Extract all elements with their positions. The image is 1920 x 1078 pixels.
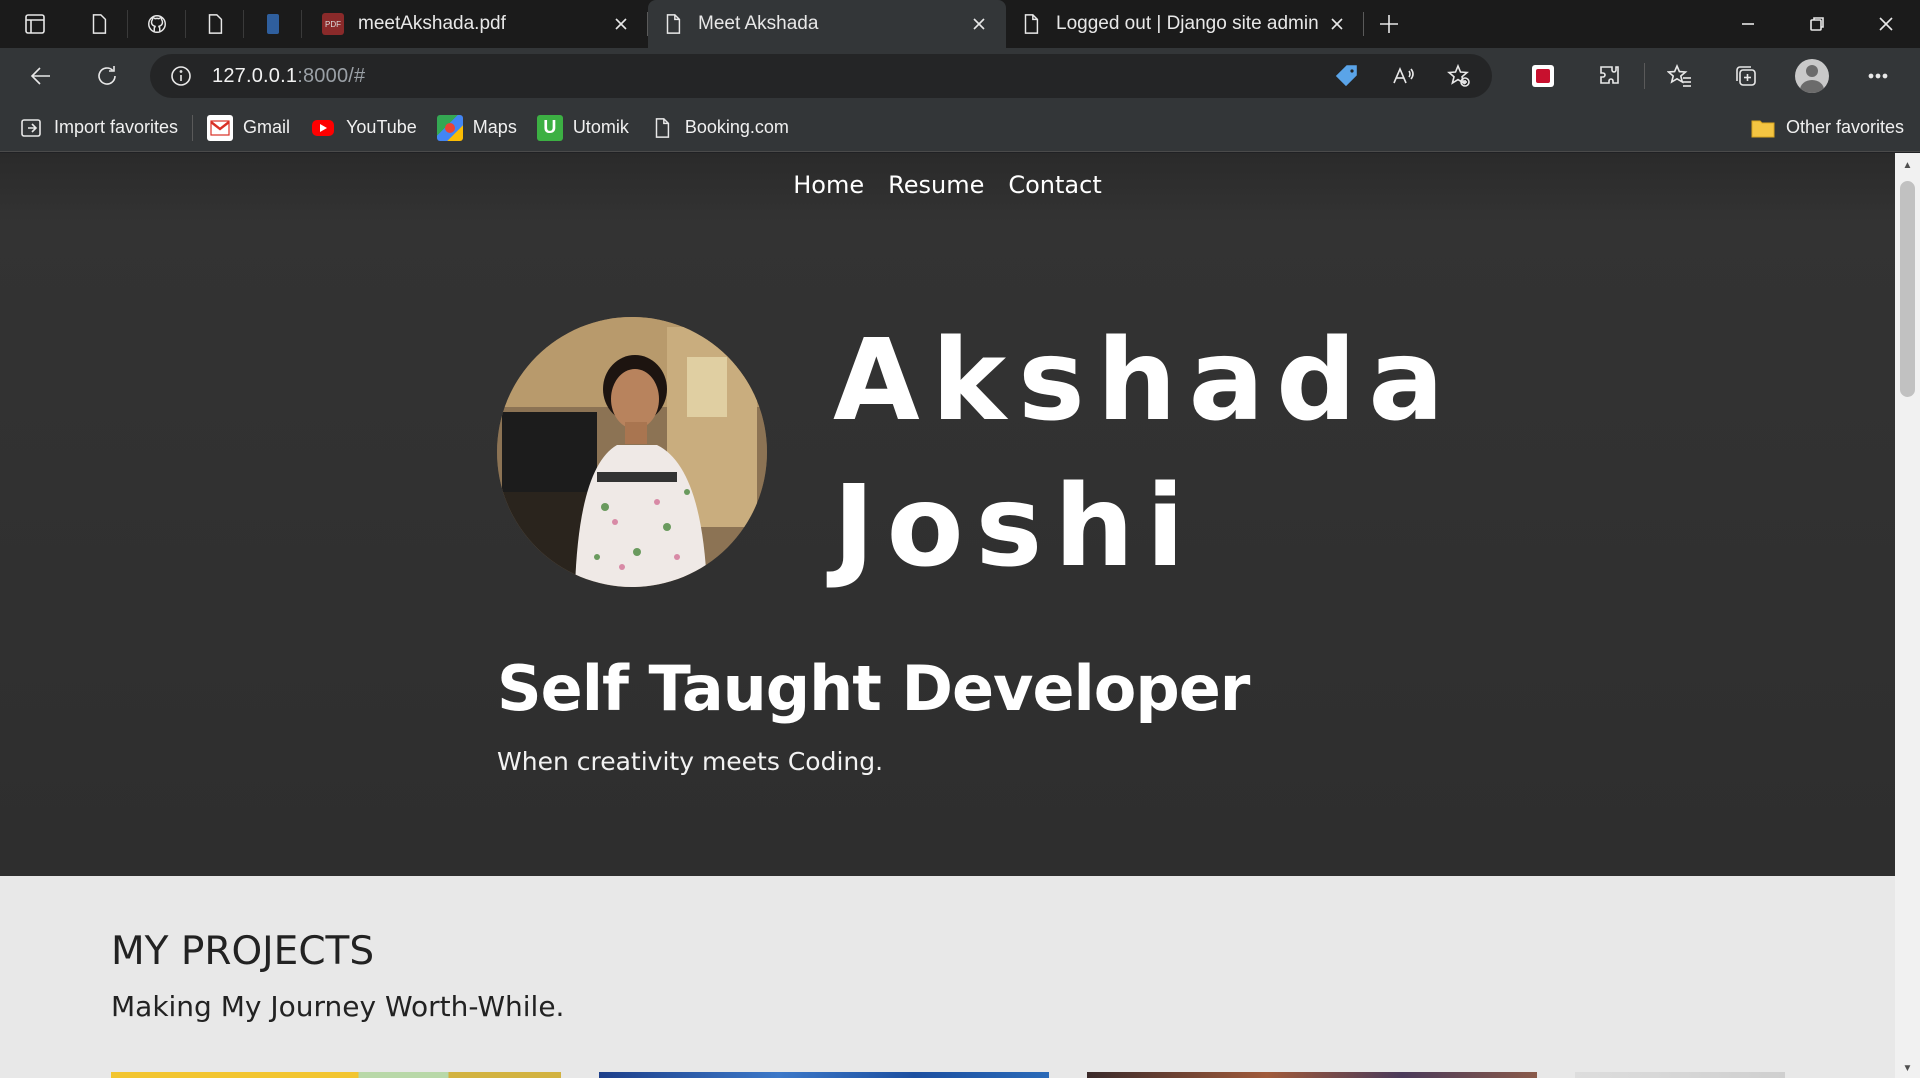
favorite-booking[interactable]: Booking.com bbox=[639, 104, 799, 152]
project-card[interactable] bbox=[1575, 1072, 1785, 1078]
favorite-label: YouTube bbox=[346, 117, 417, 137]
more-menu-icon[interactable] bbox=[1845, 48, 1911, 104]
pinned-tab-github[interactable] bbox=[128, 10, 186, 38]
hero-tagline: When creativity meets Coding. bbox=[497, 747, 884, 776]
read-aloud-icon[interactable] bbox=[1388, 54, 1418, 98]
favorite-import[interactable]: Import favorites bbox=[8, 104, 188, 152]
projects-subtitle: Making My Journey Worth-While. bbox=[111, 990, 565, 1023]
extension-red-icon[interactable] bbox=[1510, 48, 1576, 104]
projects-title: MY PROJECTS bbox=[111, 929, 375, 974]
back-button[interactable] bbox=[8, 48, 74, 104]
new-tab-button[interactable] bbox=[1364, 0, 1414, 48]
project-card[interactable] bbox=[599, 1072, 1049, 1078]
nav-resume-link[interactable]: Resume bbox=[888, 171, 984, 199]
project-card[interactable] bbox=[1087, 1072, 1537, 1078]
favorite-youtube[interactable]: YouTube bbox=[300, 104, 427, 152]
favorite-label: Utomik bbox=[572, 117, 629, 137]
extensions-icon[interactable] bbox=[1576, 48, 1642, 104]
nav-contact-link[interactable]: Contact bbox=[1008, 171, 1101, 199]
pinned-tab-page-2[interactable] bbox=[186, 10, 244, 38]
pinned-tab-blue[interactable] bbox=[244, 10, 302, 38]
favorite-label: Other favorites bbox=[1785, 117, 1904, 137]
close-tab-icon[interactable] bbox=[1324, 11, 1350, 37]
tab-actions-icon[interactable] bbox=[0, 0, 70, 48]
nav-home-link[interactable]: Home bbox=[793, 171, 864, 199]
url-text[interactable]: 127.0.0.1:8000/# bbox=[212, 65, 365, 88]
toolbar-divider bbox=[1644, 63, 1645, 89]
maps-icon bbox=[436, 114, 463, 141]
gmail-icon bbox=[207, 114, 234, 141]
favorite-label: Booking.com bbox=[684, 117, 789, 137]
hero-section: Home Resume Contact Akshada Joshi Self T… bbox=[0, 153, 1895, 876]
scroll-up-arrow-icon[interactable]: ▲ bbox=[1895, 155, 1920, 175]
favorite-maps[interactable]: Maps bbox=[427, 104, 527, 152]
favorite-label: Gmail bbox=[243, 117, 291, 137]
page-scrollbar[interactable]: ▲ ▼ bbox=[1895, 153, 1920, 1078]
tab-title: Meet Akshada bbox=[698, 13, 819, 34]
youtube-icon bbox=[310, 115, 336, 141]
hero-name-last: Joshi bbox=[833, 462, 1197, 592]
page-viewport: Home Resume Contact Akshada Joshi Self T… bbox=[0, 153, 1895, 1078]
pdf-icon: PDF bbox=[322, 13, 344, 35]
hero-name: Akshada Joshi bbox=[833, 308, 1456, 600]
site-nav: Home Resume Contact bbox=[0, 171, 1895, 199]
close-window-button[interactable] bbox=[1851, 0, 1920, 48]
close-tab-icon[interactable] bbox=[608, 11, 634, 37]
favorite-other-folder[interactable]: Other favorites bbox=[1740, 104, 1914, 152]
add-favorite-icon[interactable] bbox=[1444, 54, 1474, 98]
favorites-icon[interactable] bbox=[1647, 48, 1713, 104]
page-icon bbox=[1020, 13, 1042, 35]
address-row: 127.0.0.1:8000/# bbox=[0, 48, 1920, 104]
favorite-label: Import favorites bbox=[54, 117, 179, 137]
collections-icon[interactable] bbox=[1713, 48, 1779, 104]
favorite-gmail[interactable]: Gmail bbox=[197, 104, 300, 152]
favorites-bar: Import favorites Gmail YouTube Maps U Ut… bbox=[0, 104, 1920, 152]
coupon-tag-icon[interactable] bbox=[1332, 54, 1362, 98]
scrollbar-thumb[interactable] bbox=[1900, 181, 1915, 397]
tab-title: Logged out | Django site admin bbox=[1056, 13, 1319, 34]
restore-button[interactable] bbox=[1782, 0, 1851, 48]
address-bar[interactable]: 127.0.0.1:8000/# bbox=[150, 54, 1492, 98]
reload-button[interactable] bbox=[74, 48, 140, 104]
hero-name-first: Akshada bbox=[833, 316, 1456, 446]
tab-bar: PDF meetAkshada.pdf Meet Akshada Logged … bbox=[0, 0, 1920, 48]
favorites-divider bbox=[192, 114, 194, 141]
info-icon[interactable] bbox=[150, 54, 212, 98]
pinned-tab-page[interactable] bbox=[70, 10, 128, 38]
folder-icon bbox=[1750, 115, 1776, 141]
utomik-icon: U bbox=[536, 114, 563, 141]
page-icon bbox=[649, 115, 675, 141]
favorite-label: Maps bbox=[472, 117, 517, 137]
projects-section: MY PROJECTS Making My Journey Worth-Whil… bbox=[0, 876, 1895, 1078]
tab-meet-akshada[interactable]: Meet Akshada bbox=[648, 0, 1006, 48]
hero-headline: Self Taught Developer bbox=[497, 652, 1250, 725]
page-icon bbox=[662, 13, 684, 35]
tab-django-admin[interactable]: Logged out | Django site admin bbox=[1006, 0, 1364, 48]
minimize-button[interactable] bbox=[1713, 0, 1782, 48]
profile-photo bbox=[497, 317, 767, 587]
close-tab-icon[interactable] bbox=[966, 11, 992, 37]
favorite-utomik[interactable]: U Utomik bbox=[527, 104, 639, 152]
blue-app-icon bbox=[266, 14, 279, 34]
import-icon bbox=[18, 115, 44, 141]
tab-title: meetAkshada.pdf bbox=[358, 13, 506, 34]
profile-avatar[interactable] bbox=[1779, 48, 1845, 104]
scroll-down-arrow-icon[interactable]: ▼ bbox=[1895, 1058, 1920, 1078]
tab-meetakshada-pdf[interactable]: PDF meetAkshada.pdf bbox=[302, 0, 648, 48]
project-card[interactable] bbox=[111, 1072, 561, 1078]
